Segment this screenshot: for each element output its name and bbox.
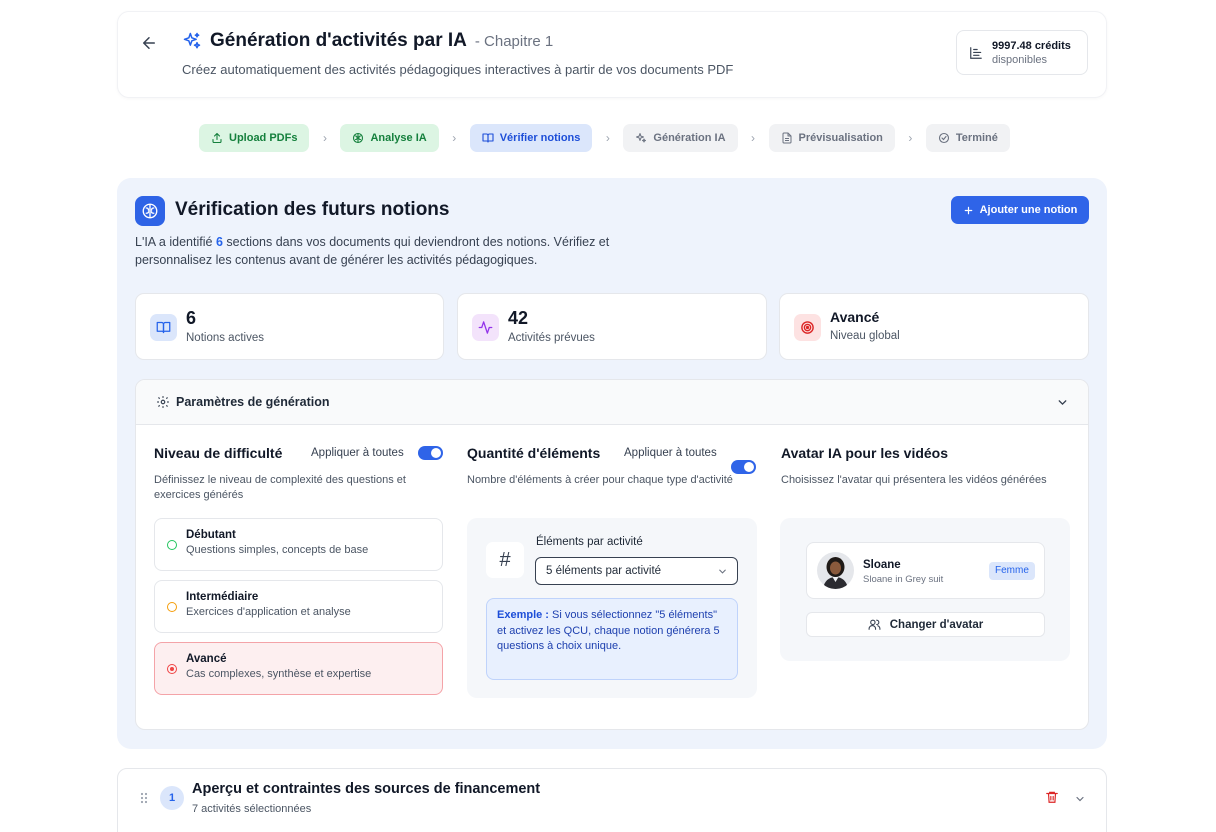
avatar <box>817 552 854 589</box>
params-header[interactable]: Paramètres de génération <box>136 380 1088 425</box>
page-description: Créez automatiquement des activités péda… <box>182 62 734 77</box>
credits-label: disponibles <box>992 53 1048 66</box>
step-label: Génération IA <box>653 132 726 144</box>
step-upload-pdfs[interactable]: Upload PDFs <box>199 124 310 152</box>
stat-card-notions: 6 Notions actives <box>135 293 444 360</box>
avatar-subtitle: Sloane in Grey suit <box>863 574 944 585</box>
difficulty-option-debutant[interactable]: Débutant Questions simples, concepts de … <box>154 518 443 571</box>
difficulty-apply-all-label: Appliquer à toutes <box>311 447 404 459</box>
chevron-right-icon: › <box>452 131 457 145</box>
chevron-down-icon[interactable] <box>1056 396 1069 409</box>
bar-chart-icon <box>970 46 982 59</box>
step-previsualisation[interactable]: Prévisualisation <box>768 124 895 152</box>
gender-badge: Femme <box>989 562 1035 580</box>
chevron-right-icon: › <box>322 131 327 145</box>
quantity-title: Quantité d'éléments <box>467 445 601 461</box>
activity-icon <box>472 314 499 341</box>
stat-card-niveau: Avancé Niveau global <box>779 293 1089 360</box>
back-button[interactable] <box>140 34 158 52</box>
radio-button[interactable] <box>167 540 177 550</box>
brain-icon <box>353 132 364 144</box>
credits-amount: 9997.48 crédits <box>992 39 1071 52</box>
change-avatar-label: Changer d'avatar <box>889 618 984 631</box>
chevron-right-icon: › <box>605 131 610 145</box>
stepper: Upload PDFs › Analyse IA › Vérifier noti… <box>199 124 1010 152</box>
chevron-down-icon <box>719 569 726 574</box>
elements-per-activity-label: Éléments par activité <box>536 536 643 548</box>
book-open-icon <box>150 314 177 341</box>
step-verifier-notions[interactable]: Vérifier notions <box>469 124 593 152</box>
section-title: Vérification des futurs notions <box>175 199 450 220</box>
page-title: Génération d'activités par IA <box>210 30 467 51</box>
difficulty-title: Niveau de difficulté <box>154 445 283 461</box>
avatar-card: Sloane Sloane in Grey suit Femme <box>806 542 1045 599</box>
sparkles-icon <box>636 133 647 143</box>
step-label: Vérifier notions <box>499 132 581 144</box>
radio-button-selected[interactable] <box>167 664 177 674</box>
target-icon <box>794 314 821 341</box>
step-label: Prévisualisation <box>798 132 883 144</box>
step-label: Analyse IA <box>370 132 427 144</box>
step-termine[interactable]: Terminé <box>925 124 1010 152</box>
difficulty-option-avance[interactable]: Avancé Cas complexes, synthèse et expert… <box>154 642 443 695</box>
notion-title: Aperçu et contraintes des sources de fin… <box>192 781 541 797</box>
check-circle-icon <box>938 132 949 144</box>
change-avatar-button[interactable]: Changer d'avatar <box>806 612 1045 637</box>
plus-icon <box>964 206 972 214</box>
radio-button[interactable] <box>167 602 177 612</box>
stat-value: Avancé <box>830 309 880 325</box>
example-box: Exemple : Si vous sélectionnez "5 élémen… <box>486 598 738 680</box>
difficulty-description: Définissez le niveau de complexité des q… <box>154 474 406 501</box>
step-label: Upload PDFs <box>229 132 298 144</box>
drag-handle-icon[interactable] <box>140 792 148 804</box>
expand-notion-button[interactable] <box>1074 793 1086 805</box>
file-icon <box>782 132 792 144</box>
add-notion-label: Ajouter une notion <box>979 204 1078 216</box>
chevron-down-icon <box>1076 796 1084 802</box>
trash-icon <box>1046 791 1058 803</box>
notion-row[interactable] <box>117 768 1107 832</box>
book-icon <box>482 133 494 143</box>
avatar-description: Choisissez l'avatar qui présentera les v… <box>781 474 1047 486</box>
page-chapter: - Chapitre 1 <box>474 32 554 50</box>
stat-label: Activités prévues <box>508 332 595 344</box>
params-title: Paramètres de génération <box>176 395 330 409</box>
hash-icon: # <box>486 542 524 578</box>
chevron-right-icon: › <box>751 131 756 145</box>
credits-box: 9997.48 crédits disponibles <box>956 30 1088 75</box>
sparkles-icon <box>183 32 201 49</box>
chevron-right-icon: › <box>908 131 913 145</box>
step-generation-ia[interactable]: Génération IA <box>623 124 738 152</box>
arrow-left-icon <box>143 37 155 49</box>
select-value: 5 éléments par activité <box>546 565 662 577</box>
stat-label: Notions actives <box>186 332 264 344</box>
difficulty-apply-all-toggle[interactable] <box>418 446 443 460</box>
notion-subtitle: 7 activités sélectionnées <box>192 803 312 815</box>
add-notion-button[interactable]: Ajouter une notion <box>951 196 1089 224</box>
avatar-title: Avatar IA pour les vidéos <box>781 445 949 461</box>
gear-icon <box>157 396 169 408</box>
users-icon <box>868 619 881 630</box>
difficulty-option-intermediaire[interactable]: Intermédiaire Exercices d'application et… <box>154 580 443 633</box>
delete-notion-button[interactable] <box>1045 790 1059 804</box>
notion-count: 6 <box>215 235 223 249</box>
upload-icon <box>212 132 222 144</box>
avatar-name: Sloane <box>863 559 901 571</box>
stat-value: 6 <box>186 308 197 328</box>
stat-label: Niveau global <box>830 330 900 342</box>
notion-number: 1 <box>160 786 184 810</box>
page-title-row: Génération d'activités par IA - Chapitre… <box>182 30 553 52</box>
example-label: Exemple : <box>497 609 549 621</box>
quantity-description: Nombre d'éléments à créer pour chaque ty… <box>467 474 733 486</box>
stat-value: 42 <box>508 308 529 328</box>
stat-card-activites: 42 Activités prévues <box>457 293 767 360</box>
quantity-apply-all-label: Appliquer à toutes <box>624 447 717 459</box>
quantity-apply-all-toggle[interactable] <box>731 460 756 474</box>
step-analyse-ia[interactable]: Analyse IA <box>340 124 439 152</box>
step-label: Terminé <box>955 132 998 144</box>
elements-per-activity-select[interactable]: 5 éléments par activité <box>535 557 738 585</box>
brain-icon <box>135 196 165 226</box>
intro-text: L'IA a identifié 6 sections dans vos doc… <box>135 235 610 267</box>
